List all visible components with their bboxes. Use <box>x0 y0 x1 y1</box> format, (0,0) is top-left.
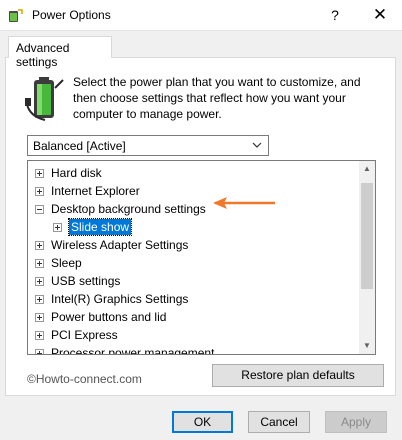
apply-button[interactable]: Apply <box>325 411 387 433</box>
restore-plan-defaults-button[interactable]: Restore plan defaults <box>212 364 384 387</box>
expand-icon[interactable] <box>35 313 44 322</box>
tree-item-label: Intel(R) Graphics Settings <box>51 292 189 306</box>
tree-item-label-selected: Slide show <box>67 218 133 236</box>
expand-icon[interactable] <box>53 223 62 232</box>
chevron-down-icon <box>252 142 262 148</box>
tree-item-label: PCI Express <box>51 328 118 342</box>
expand-icon[interactable] <box>35 259 44 268</box>
tree-item-label: Power buttons and lid <box>51 310 167 324</box>
scroll-down-icon[interactable]: ▼ <box>359 338 375 354</box>
tree-item-label: Hard disk <box>51 166 102 180</box>
expand-icon[interactable] <box>35 331 44 340</box>
tab-advanced-settings[interactable]: Advanced settings <box>8 36 112 69</box>
close-button[interactable]: ✕ <box>358 0 402 31</box>
tree-item-label: Internet Explorer <box>51 184 140 198</box>
power-plan-dropdown[interactable]: Balanced [Active] <box>27 135 269 156</box>
collapse-icon[interactable] <box>35 205 44 214</box>
power-options-icon <box>9 9 23 22</box>
expand-icon[interactable] <box>35 277 44 286</box>
battery-plug-icon <box>25 77 64 121</box>
window-title: Power Options <box>32 8 111 22</box>
settings-tree[interactable]: Hard disk Internet Explorer Desktop back… <box>27 160 376 355</box>
expand-icon[interactable] <box>35 241 44 250</box>
expand-icon[interactable] <box>35 187 44 196</box>
cancel-button[interactable]: Cancel <box>248 411 310 433</box>
watermark-text: ©Howto-connect.com <box>27 372 142 386</box>
tree-item-label: Wireless Adapter Settings <box>51 238 189 252</box>
tree-scrollbar[interactable]: ▲ ▼ <box>359 161 375 354</box>
title-bar: Power Options ? ✕ <box>0 0 402 31</box>
tree-item-label: Processor power management <box>51 346 215 355</box>
power-plan-value: Balanced [Active] <box>33 139 126 153</box>
tree-item-label: Desktop background settings <box>51 202 206 216</box>
help-button[interactable]: ? <box>312 0 358 31</box>
scroll-up-icon[interactable]: ▲ <box>359 161 375 177</box>
ok-button[interactable]: OK <box>172 411 233 433</box>
tree-item-label: USB settings <box>51 274 121 288</box>
advanced-settings-panel: Select the power plan that you want to c… <box>5 57 396 396</box>
expand-icon[interactable] <box>35 295 44 304</box>
expand-icon[interactable] <box>35 349 44 354</box>
tree-item-label: Sleep <box>51 256 82 270</box>
expand-icon[interactable] <box>35 169 44 178</box>
plan-description: Select the power plan that you want to c… <box>73 75 361 121</box>
scrollbar-thumb[interactable] <box>361 183 373 289</box>
annotation-arrow-icon <box>213 197 275 209</box>
